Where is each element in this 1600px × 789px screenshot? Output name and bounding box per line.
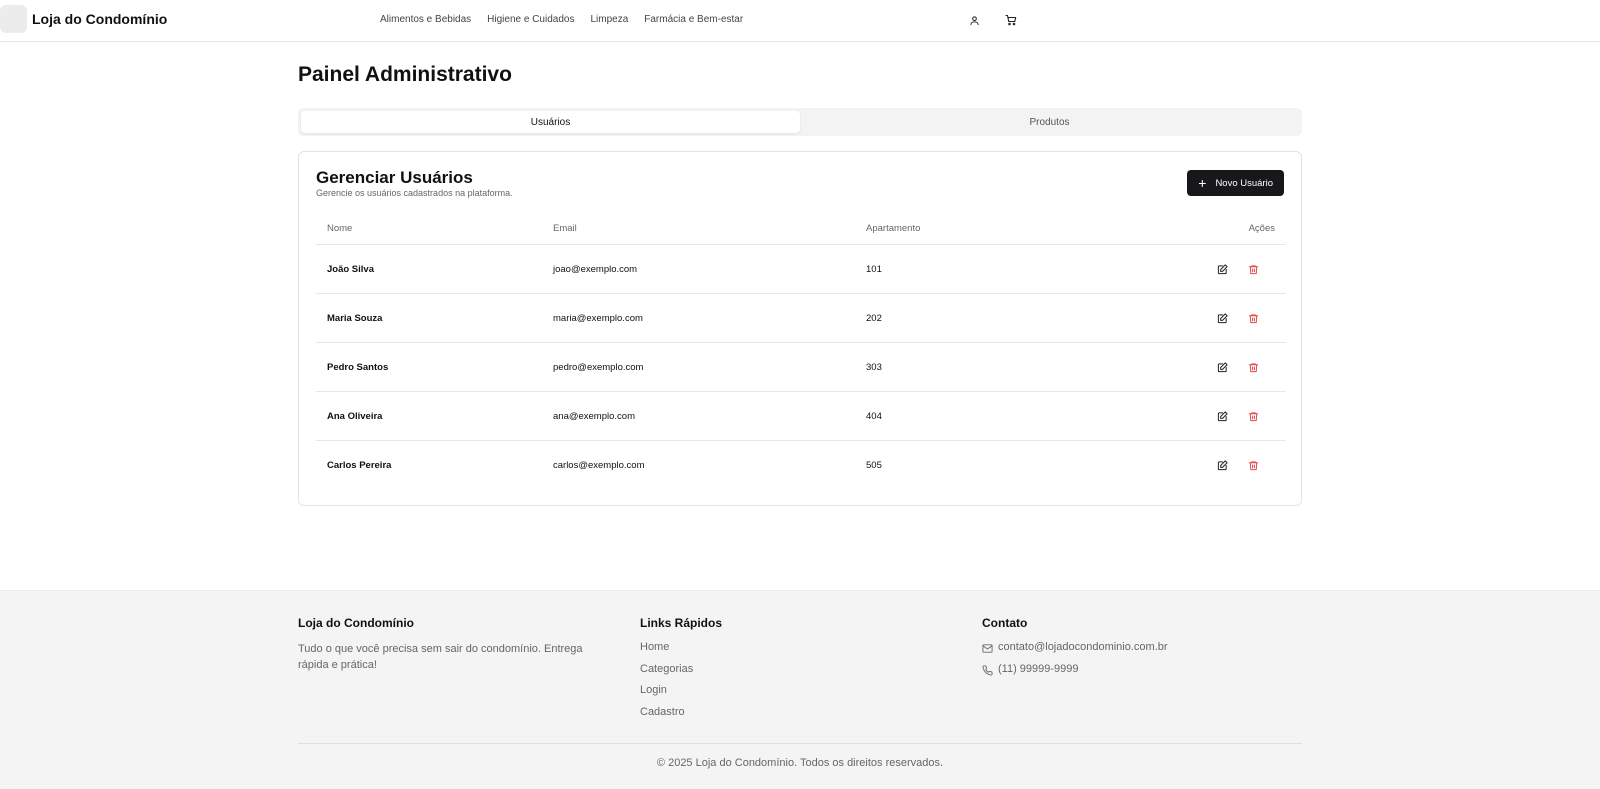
- trash-icon[interactable]: [1246, 458, 1260, 472]
- footer-divider: [298, 743, 1302, 744]
- cell-name: Carlos Pereira: [327, 460, 392, 471]
- top-header: Loja do Condomínio Alimentos e Bebidas H…: [0, 0, 1600, 42]
- table-row: João Silva joao@exemplo.com 101: [316, 245, 1286, 294]
- user-icon[interactable]: [966, 12, 982, 28]
- cell-email: carlos@exemplo.com: [553, 460, 645, 471]
- footer-contact: Contato contato@lojadocondominio.com.br …: [982, 616, 1168, 684]
- cell-name: Ana Oliveira: [327, 411, 383, 422]
- edit-icon[interactable]: [1215, 409, 1229, 423]
- footer-link-home[interactable]: Home: [640, 641, 722, 663]
- table-row: Carlos Pereira carlos@exemplo.com 505: [316, 441, 1286, 490]
- cell-name: João Silva: [327, 264, 374, 275]
- trash-icon[interactable]: [1246, 409, 1260, 423]
- table-header: Nome Email Apartamento Ações: [316, 212, 1286, 245]
- trash-icon[interactable]: [1246, 311, 1260, 325]
- footer: Loja do Condomínio Tudo o que você preci…: [0, 590, 1600, 789]
- nav-item-farmacia[interactable]: Farmácia e Bem-estar: [644, 14, 743, 25]
- trash-icon[interactable]: [1246, 360, 1260, 374]
- main-nav: Alimentos e Bebidas Higiene e Cuidados L…: [380, 14, 743, 25]
- card-title: Gerenciar Usuários: [316, 168, 473, 187]
- column-header-email: Email: [553, 223, 577, 234]
- contact-email-text[interactable]: contato@lojadocondominio.com.br: [998, 641, 1168, 653]
- edit-icon[interactable]: [1215, 262, 1229, 276]
- cell-name: Maria Souza: [327, 313, 383, 324]
- tab-produtos[interactable]: Produtos: [800, 111, 1299, 133]
- edit-icon[interactable]: [1215, 458, 1229, 472]
- footer-about-text: Tudo o que você precisa sem sair do cond…: [298, 643, 583, 671]
- phone-icon: [982, 664, 993, 676]
- cell-apartment: 303: [866, 362, 882, 373]
- nav-item-alimentos[interactable]: Alimentos e Bebidas: [380, 14, 471, 25]
- table-row: Maria Souza maria@exemplo.com 202: [316, 294, 1286, 343]
- cell-name: Pedro Santos: [327, 362, 389, 373]
- trash-icon[interactable]: [1246, 262, 1260, 276]
- edit-icon[interactable]: [1215, 311, 1229, 325]
- cell-apartment: 404: [866, 411, 882, 422]
- tab-usuarios[interactable]: Usuários: [301, 111, 800, 133]
- column-header-name: Nome: [327, 223, 353, 234]
- edit-icon[interactable]: [1215, 360, 1229, 374]
- contact-phone-text[interactable]: (11) 99999-9999: [998, 663, 1079, 675]
- contact-email: contato@lojadocondominio.com.br: [982, 641, 1168, 663]
- new-user-button[interactable]: + Novo Usuário: [1187, 170, 1284, 196]
- contact-phone: (11) 99999-9999: [982, 663, 1168, 685]
- footer-links: Links Rápidos Home Categorias Login Cada…: [640, 616, 722, 727]
- cell-apartment: 505: [866, 460, 882, 471]
- page-title: Painel Administrativo: [298, 63, 512, 86]
- column-header-apartment: Apartamento: [866, 223, 921, 234]
- cell-apartment: 202: [866, 313, 882, 324]
- brand-name[interactable]: Loja do Condomínio: [32, 11, 167, 27]
- nav-item-higiene[interactable]: Higiene e Cuidados: [487, 14, 574, 25]
- cell-email: joao@exemplo.com: [553, 264, 638, 275]
- users-card: Gerenciar Usuários Gerencie os usuários …: [298, 151, 1302, 506]
- users-table: Nome Email Apartamento Ações João Silva …: [316, 212, 1286, 490]
- footer-about-title: Loja do Condomínio: [298, 616, 414, 630]
- cell-email: pedro@exemplo.com: [553, 362, 644, 373]
- new-user-label: Novo Usuário: [1215, 177, 1273, 189]
- footer-contact-title: Contato: [982, 616, 1028, 630]
- footer-link-categorias[interactable]: Categorias: [640, 663, 722, 685]
- card-subtitle: Gerencie os usuários cadastrados na plat…: [316, 188, 513, 198]
- cart-icon[interactable]: [1003, 12, 1019, 28]
- cell-apartment: 101: [866, 264, 882, 275]
- mail-icon: [982, 643, 993, 654]
- footer-link-cadastro[interactable]: Cadastro: [640, 706, 722, 728]
- cell-email: maria@exemplo.com: [553, 313, 643, 324]
- logo-icon[interactable]: [0, 5, 27, 33]
- footer-copyright: © 2025 Loja do Condomínio. Todos os dire…: [656, 757, 944, 769]
- cell-email: ana@exemplo.com: [553, 411, 635, 422]
- footer-about: Loja do Condomínio Tudo o que você preci…: [298, 616, 608, 673]
- plus-icon: +: [1198, 175, 1207, 191]
- footer-link-login[interactable]: Login: [640, 684, 722, 706]
- table-row: Pedro Santos pedro@exemplo.com 303: [316, 343, 1286, 392]
- table-row: Ana Oliveira ana@exemplo.com 404: [316, 392, 1286, 441]
- footer-links-title: Links Rápidos: [640, 616, 723, 630]
- admin-tabs: Usuários Produtos: [298, 108, 1302, 136]
- column-header-actions: Ações: [1248, 223, 1275, 234]
- nav-item-limpeza[interactable]: Limpeza: [590, 14, 628, 25]
